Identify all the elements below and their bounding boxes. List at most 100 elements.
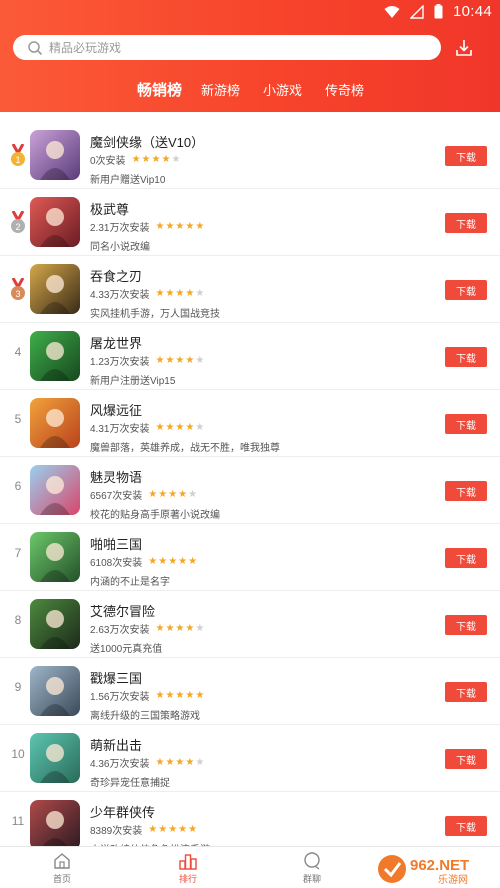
game-row[interactable]: 5 风爆远征 4.31万次安装 ★ ★ ★ ★ ★ 魔兽部落，英雄养成，战无不胜，唯我独… <box>0 390 500 457</box>
game-icon[interactable] <box>30 800 80 850</box>
rank-medal-icon: 2 <box>11 211 25 233</box>
tab-mini-games[interactable]: 小游戏 <box>263 80 302 99</box>
rating-stars: ★ ★ ★ ★ ★ <box>148 488 198 500</box>
star-icon: ★ <box>161 153 171 165</box>
star-icon: ★ <box>155 622 165 634</box>
rank-number: 8 <box>14 613 22 627</box>
star-icon: ★ <box>158 555 168 567</box>
rank-number: 7 <box>14 546 22 560</box>
download-manager-icon[interactable] <box>454 38 474 58</box>
game-name[interactable]: 戳爆三国 <box>90 668 142 687</box>
star-icon: ★ <box>188 488 198 500</box>
game-icon[interactable] <box>30 532 80 582</box>
star-icon: ★ <box>165 220 175 232</box>
download-button[interactable]: 下载 <box>445 280 487 300</box>
star-icon: ★ <box>185 622 195 634</box>
download-button[interactable]: 下载 <box>445 414 487 434</box>
game-icon[interactable] <box>30 733 80 783</box>
download-button[interactable]: 下载 <box>445 481 487 501</box>
game-icon[interactable] <box>30 398 80 448</box>
install-count: 4.36万次安装 <box>90 759 150 770</box>
game-row[interactable]: 9 戳爆三国 1.56万次安装 ★ ★ ★ ★ ★ 离线升级的三国策略游戏 下载 <box>0 658 500 725</box>
rating-stars: ★ ★ ★ ★ ★ <box>148 555 197 567</box>
game-icon[interactable] <box>30 331 80 381</box>
game-name[interactable]: 啪啪三国 <box>90 534 142 553</box>
install-count: 2.63万次安装 <box>90 625 150 636</box>
nav-home-label: 首页 <box>52 874 71 884</box>
game-row[interactable]: 8 艾德尔冒险 2.63万次安装 ★ ★ ★ ★ ★ 送1000元真充值 下载 <box>0 591 500 658</box>
game-description: 同名小说改编 <box>90 242 150 253</box>
star-icon: ★ <box>195 622 205 634</box>
download-button[interactable]: 下载 <box>445 682 487 702</box>
star-icon: ★ <box>195 220 205 232</box>
download-button[interactable]: 下载 <box>445 347 487 367</box>
star-icon: ★ <box>195 421 205 433</box>
game-icon[interactable] <box>30 465 80 515</box>
game-icon[interactable] <box>30 130 80 180</box>
svg-text:962.NET: 962.NET <box>410 857 469 874</box>
nav-ranking[interactable]: 排行 <box>158 851 218 885</box>
search-input[interactable]: 精品必玩游戏 <box>13 35 441 60</box>
game-name[interactable]: 风爆远征 <box>90 400 142 419</box>
star-icon: ★ <box>165 622 175 634</box>
game-name[interactable]: 魅灵物语 <box>90 467 142 486</box>
nav-group-chat[interactable]: 群聊 <box>282 851 342 885</box>
rating-stars: ★ ★ ★ ★ ★ <box>155 288 204 299</box>
star-icon: ★ <box>155 756 165 768</box>
game-icon[interactable] <box>30 666 80 716</box>
star-icon: ★ <box>195 689 205 701</box>
game-row[interactable]: 10 萌新出击 4.36万次安装 ★ ★ ★ ★ ★ 奇珍异宠任意捕捉 下载 <box>0 725 500 792</box>
star-icon: ★ <box>171 153 181 165</box>
rank-number: 6 <box>14 479 22 493</box>
game-icon[interactable] <box>30 264 80 314</box>
site-watermark: 962.NET 乐游网 <box>378 855 469 886</box>
wifi-icon <box>384 5 400 18</box>
game-name[interactable]: 艾德尔冒险 <box>90 601 155 620</box>
nav-home[interactable]: 首页 <box>32 851 92 885</box>
game-name[interactable]: 屠龙世界 <box>90 333 142 352</box>
game-ranking-list: 1 魔剑侠缘（送V10） 0次安装 ★ ★ ★ ★ ★ 新用户赠送Vip10 下载 2 … <box>0 122 500 859</box>
game-description: 实风挂机手游，万人国战竞技 <box>90 309 220 320</box>
game-row[interactable]: 2 极武尊 2.31万次安装 ★ ★ ★ ★ ★ 同名小说改编 下载 <box>0 189 500 256</box>
star-icon: ★ <box>131 153 141 165</box>
download-button[interactable]: 下载 <box>445 213 487 233</box>
star-icon: ★ <box>165 421 175 433</box>
rank-number: 10 <box>11 747 25 761</box>
download-button[interactable]: 下载 <box>445 816 487 836</box>
star-icon: ★ <box>148 555 158 567</box>
game-row[interactable]: 7 啪啪三国 6108次安装 ★ ★ ★ ★ ★ 内涵的不止是名字 下载 <box>0 524 500 591</box>
install-count: 2.31万次安装 <box>90 223 150 234</box>
game-name[interactable]: 极武尊 <box>90 199 129 218</box>
star-icon: ★ <box>195 354 205 366</box>
game-icon[interactable] <box>30 197 80 247</box>
download-button[interactable]: 下载 <box>445 749 487 769</box>
tab-new-games[interactable]: 新游榜 <box>201 80 240 99</box>
rating-stars: ★ ★ ★ ★ ★ <box>155 421 205 433</box>
star-icon: ★ <box>178 555 188 567</box>
game-row[interactable]: 1 魔剑侠缘（送V10） 0次安装 ★ ★ ★ ★ ★ 新用户赠送Vip10 下载 <box>0 122 500 189</box>
game-row[interactable]: 3 吞食之刃 4.33万次安装 ★ ★ ★ ★ ★ 实风挂机手游，万人国战竞技 下载 <box>0 256 500 323</box>
svg-text:1: 1 <box>15 155 20 165</box>
star-icon: ★ <box>158 488 168 500</box>
tab-legend[interactable]: 传奇榜 <box>325 80 364 99</box>
game-row[interactable]: 6 魅灵物语 6567次安装 ★ ★ ★ ★ ★ 校花的贴身高手原著小说改编 下载 <box>0 457 500 524</box>
download-button[interactable]: 下载 <box>445 146 487 166</box>
status-bar: 10:44 <box>0 0 500 24</box>
star-icon: ★ <box>188 823 198 835</box>
star-icon: ★ <box>185 756 195 768</box>
game-icon[interactable] <box>30 599 80 649</box>
tab-bestseller[interactable]: 畅销榜 <box>137 79 182 100</box>
game-name[interactable]: 吞食之刃 <box>90 266 142 285</box>
download-button[interactable]: 下载 <box>445 548 487 568</box>
install-count: 4.31万次安装 <box>90 424 150 435</box>
rank-medal-icon: 3 <box>11 278 25 300</box>
download-button[interactable]: 下载 <box>445 615 487 635</box>
game-row[interactable]: 4 屠龙世界 1.23万次安装 ★ ★ ★ ★ ★ 新用户注册送Vip15 下载 <box>0 323 500 390</box>
install-count: 6567次安装 <box>90 491 143 502</box>
game-name[interactable]: 少年群侠传 <box>90 802 155 821</box>
star-icon: ★ <box>155 689 165 701</box>
game-name[interactable]: 萌新出击 <box>90 735 142 754</box>
game-name[interactable]: 魔剑侠缘（送V10） <box>90 132 204 151</box>
game-description: 魔兽部落，英雄养成，战无不胜，唯我独尊 <box>90 443 280 454</box>
star-icon: ★ <box>165 689 175 701</box>
